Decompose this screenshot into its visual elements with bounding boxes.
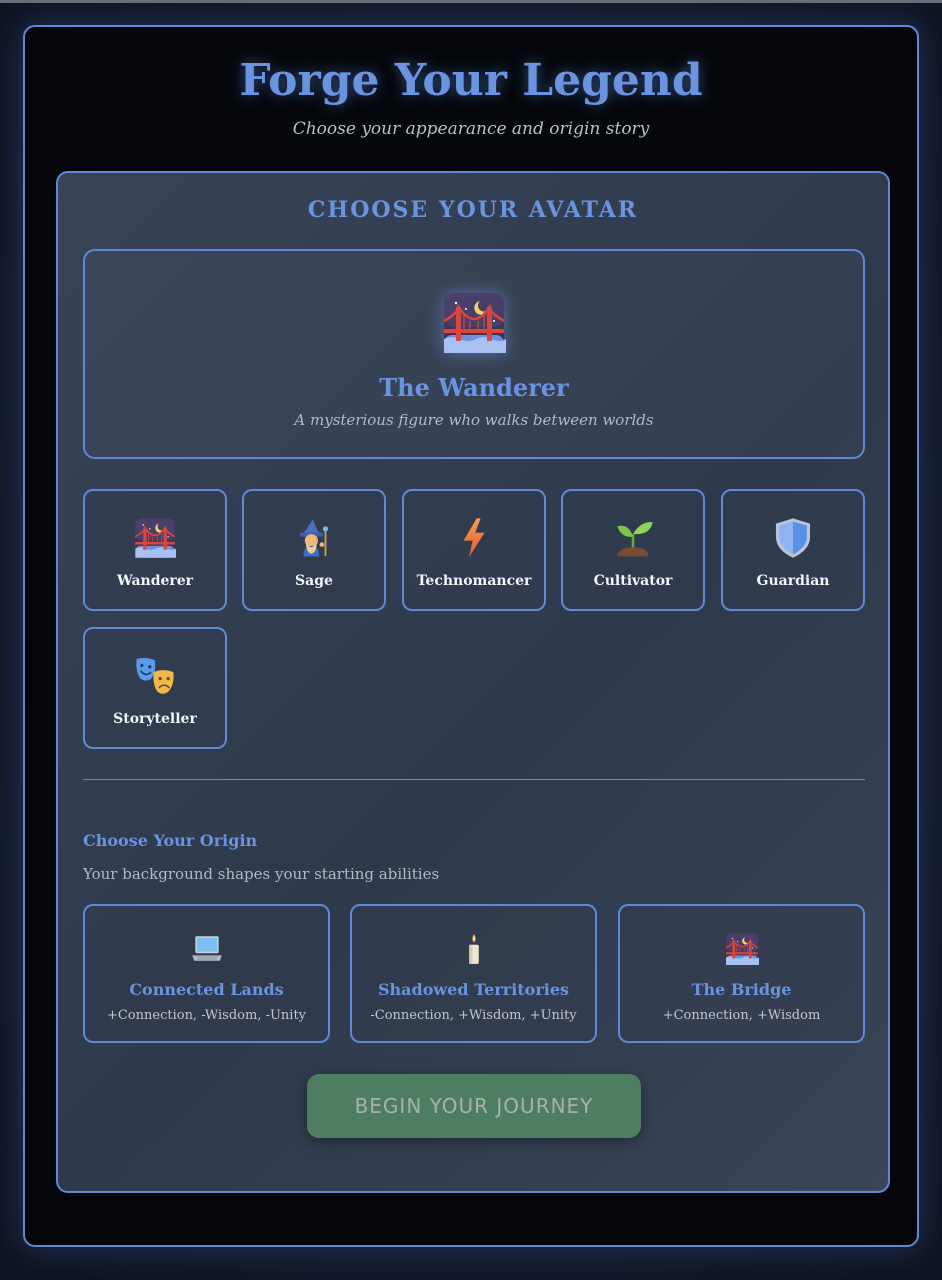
theater-masks-icon [134, 655, 176, 697]
selected-avatar-name: The Wanderer [379, 373, 569, 402]
origin-option-connected-lands[interactable]: Connected Lands +Connection, -Wisdom, -U… [83, 904, 330, 1043]
browser-top-edge [0, 0, 942, 3]
candle-icon [457, 932, 491, 966]
origin-stats: +Connection, -Wisdom, -Unity [106, 1008, 307, 1023]
character-creation-frame: Forge Your Legend Choose your appearance… [23, 25, 919, 1247]
origin-name: The Bridge [691, 980, 792, 999]
origin-section-heading: Choose Your Origin [83, 831, 258, 850]
origin-stats: -Connection, +Wisdom, +Unity [370, 1008, 577, 1023]
section-divider [83, 779, 865, 780]
laptop-icon [190, 932, 224, 966]
avatar-option-label: Wanderer [116, 573, 194, 589]
avatar-option-label: Guardian [756, 573, 830, 589]
creation-panel: CHOOSE YOUR AVATAR The Wanderer A myster… [56, 171, 890, 1193]
origin-stats: +Connection, +Wisdom [662, 1008, 821, 1023]
page-title: Forge Your Legend [239, 55, 703, 106]
bridge-at-night-icon [725, 932, 759, 966]
shield-icon [772, 517, 814, 559]
avatar-option-label: Cultivator [593, 573, 673, 589]
origin-name: Connected Lands [129, 980, 284, 999]
avatar-option-storyteller[interactable]: Storyteller [83, 627, 227, 749]
bridge-at-night-icon [134, 517, 176, 559]
avatar-option-label: Storyteller [113, 711, 197, 727]
seedling-icon [612, 517, 654, 559]
bridge-at-night-icon [442, 291, 506, 355]
avatar-option-wanderer[interactable]: Wanderer [83, 489, 227, 611]
avatar-section-heading: CHOOSE YOUR AVATAR [307, 197, 639, 223]
avatar-option-sage[interactable]: Sage [242, 489, 386, 611]
avatar-option-guardian[interactable]: Guardian [721, 489, 865, 611]
page-subtitle: Choose your appearance and origin story [292, 119, 650, 139]
selected-avatar-description: A mysterious figure who walks between wo… [294, 411, 654, 429]
selected-avatar-preview: The Wanderer A mysterious figure who wal… [83, 249, 865, 459]
avatar-option-label: Sage [295, 573, 333, 589]
avatar-option-label: Technomancer [416, 573, 532, 589]
avatar-option-technomancer[interactable]: Technomancer [402, 489, 546, 611]
origin-option-the-bridge[interactable]: The Bridge +Connection, +Wisdom [618, 904, 865, 1043]
origin-section-subheading: Your background shapes your starting abi… [83, 865, 440, 883]
lightning-icon [453, 517, 495, 559]
begin-journey-button[interactable]: BEGIN YOUR JOURNEY [307, 1074, 641, 1138]
avatar-option-cultivator[interactable]: Cultivator [561, 489, 705, 611]
origin-option-shadowed-territories[interactable]: Shadowed Territories -Connection, +Wisdo… [350, 904, 597, 1043]
origin-name: Shadowed Territories [377, 980, 570, 999]
mage-icon [293, 517, 335, 559]
